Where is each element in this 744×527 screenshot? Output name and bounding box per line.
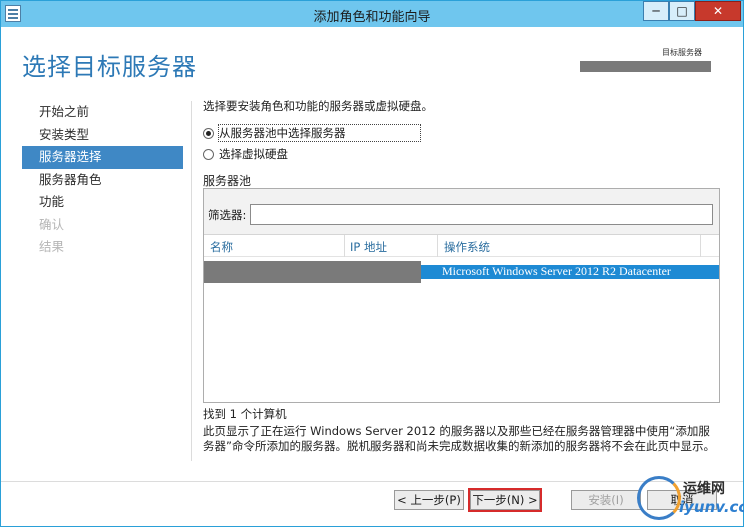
window-title: 添加角色和功能向导 xyxy=(313,10,431,25)
column-header-name[interactable]: 名称 xyxy=(210,239,233,255)
next-button[interactable]: 下一步(N) > xyxy=(470,490,540,510)
intro-text: 选择要安装角色和功能的服务器或虚拟硬盘。 xyxy=(203,99,433,113)
nav-item-features[interactable]: 功能 xyxy=(22,191,183,214)
row-os-cell: Microsoft Windows Server 2012 R2 Datacen… xyxy=(442,264,671,278)
description-text: 此页显示了正在运行 Windows Server 2012 的服务器以及那些已经… xyxy=(203,424,715,453)
wizard-nav: 开始之前 安装类型 服务器选择 服务器角色 功能 确认 结果 xyxy=(22,101,183,259)
option-server-pool[interactable]: 从服务器池中选择服务器 xyxy=(203,124,421,142)
nav-divider xyxy=(191,101,192,461)
nav-item-confirmation: 确认 xyxy=(39,216,65,232)
nav-item-results: 结果 xyxy=(39,239,65,254)
filter-area: 筛选器: xyxy=(204,189,719,235)
column-divider[interactable] xyxy=(700,235,701,257)
radio-vhd[interactable] xyxy=(203,148,214,160)
nav-item-before-you-begin[interactable]: 开始之前 xyxy=(22,101,183,124)
minimize-button[interactable]: ─ xyxy=(643,1,669,21)
wizard-window: 添加角色和功能向导 ─ □ ✕ 选择目标服务器 目标服务器 开始之前 安装类型 … xyxy=(0,0,744,527)
table-row[interactable]: Microsoft Windows Server 2012 R2 Datacen… xyxy=(204,261,719,283)
column-header-ip[interactable]: IP 地址 xyxy=(350,239,387,255)
previous-button[interactable]: < 上一步(P) xyxy=(394,490,464,510)
column-divider[interactable] xyxy=(437,235,438,257)
watermark-logo-icon xyxy=(637,476,681,520)
target-server-redacted xyxy=(580,61,711,72)
server-name-redacted xyxy=(204,261,421,283)
footer-divider xyxy=(1,481,743,482)
found-count: 找到 1 个计算机 xyxy=(203,407,287,421)
nav-item-server-roles[interactable]: 服务器角色 xyxy=(22,169,183,192)
page-title: 选择目标服务器 xyxy=(22,53,197,81)
maximize-button[interactable]: □ xyxy=(669,1,695,21)
title-bar[interactable]: 添加角色和功能向导 ─ □ ✕ xyxy=(1,1,743,27)
filter-input[interactable] xyxy=(250,204,713,225)
column-divider[interactable] xyxy=(344,235,345,257)
option-server-pool-label: 从服务器池中选择服务器 xyxy=(218,124,421,142)
watermark-text-domain: iyunv.com xyxy=(679,498,744,516)
filter-label: 筛选器: xyxy=(208,208,247,222)
option-vhd[interactable]: 选择虚拟硬盘 xyxy=(203,146,288,162)
watermark-text-cn: 运维网 xyxy=(683,481,725,497)
radio-server-pool[interactable] xyxy=(203,127,214,139)
target-server-label: 目标服务器 xyxy=(662,48,702,57)
watermark: 运维网 iyunv.com xyxy=(633,474,744,526)
server-pool-list: 筛选器: 名称 IP 地址 操作系统 Microsoft Windows Ser… xyxy=(203,188,720,403)
column-header-os[interactable]: 操作系统 xyxy=(444,239,490,255)
option-vhd-label: 选择虚拟硬盘 xyxy=(219,147,288,161)
server-pool-heading: 服务器池 xyxy=(203,174,252,188)
install-button: 安装(I) xyxy=(571,490,641,510)
list-header: 名称 IP 地址 操作系统 xyxy=(204,235,719,257)
nav-item-installation-type[interactable]: 安装类型 xyxy=(22,124,183,147)
close-button[interactable]: ✕ xyxy=(695,1,741,21)
nav-item-server-selection[interactable]: 服务器选择 xyxy=(22,146,183,169)
